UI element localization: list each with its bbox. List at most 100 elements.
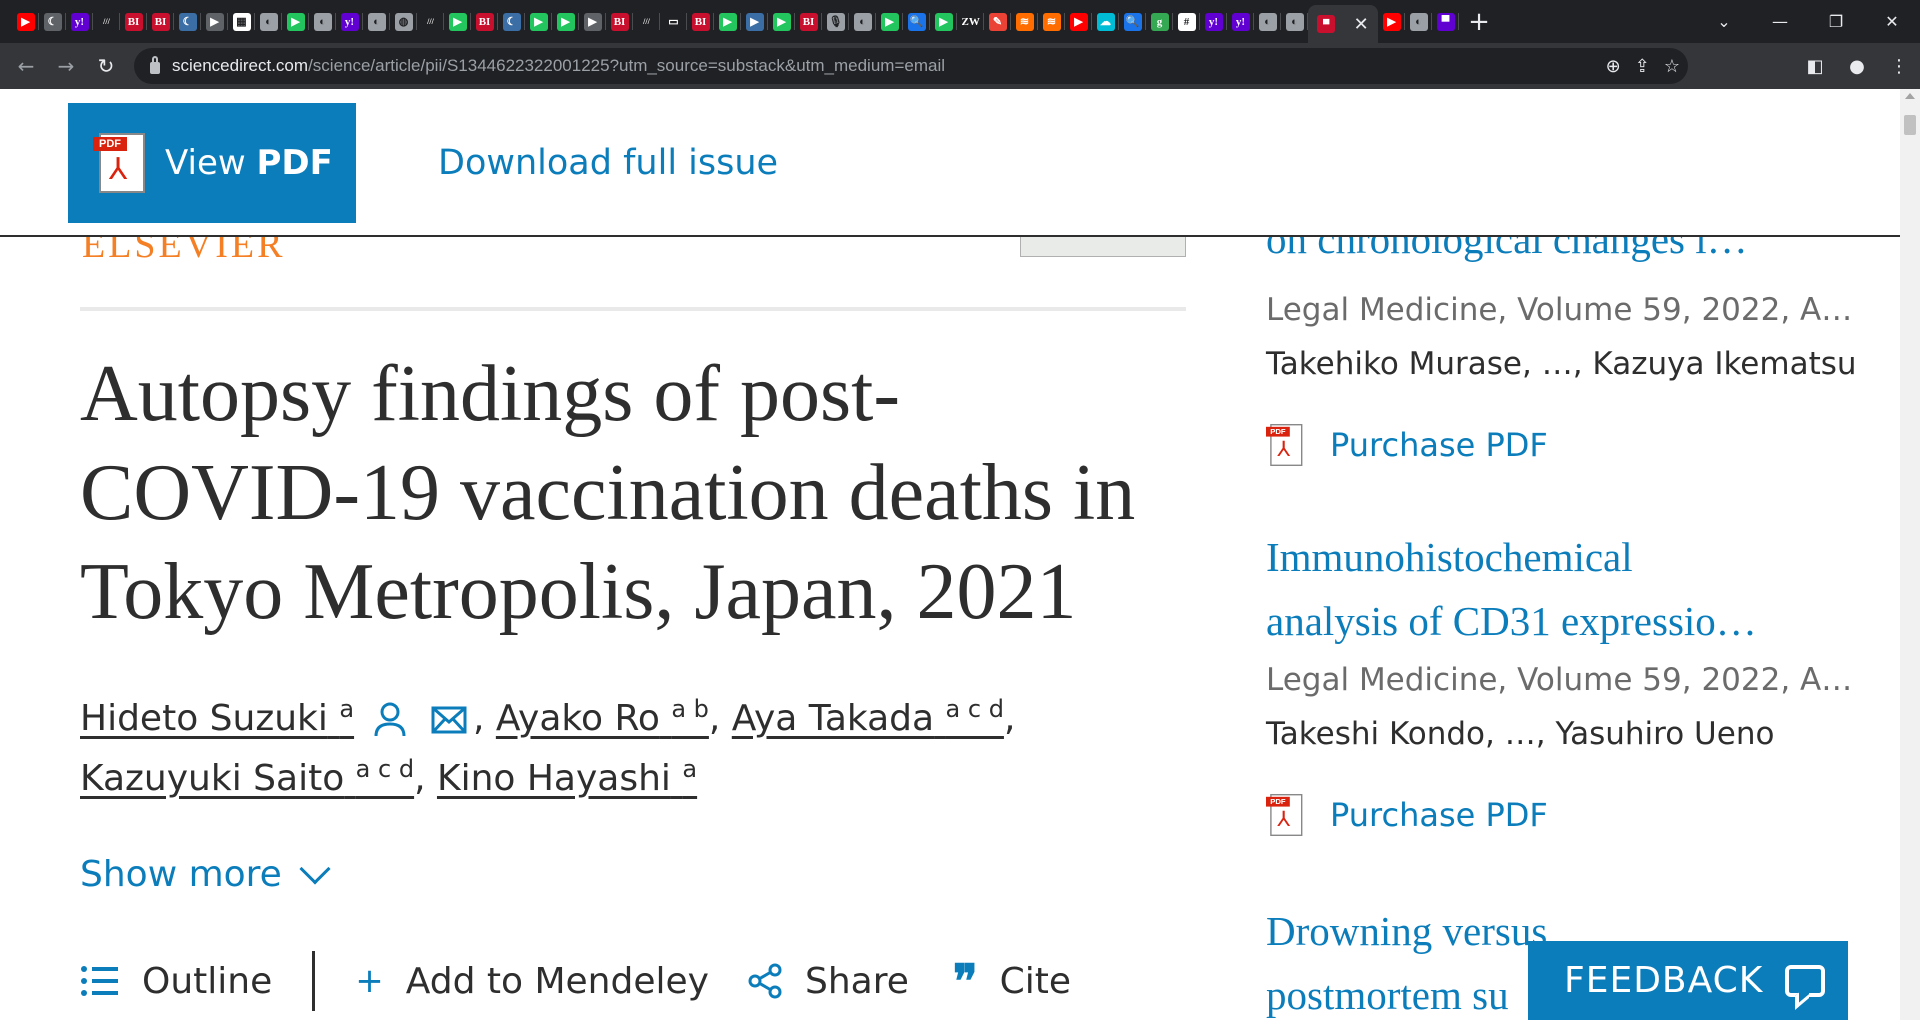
browser-tab[interactable]: ☾ <box>174 0 201 43</box>
browser-tab[interactable]: ▶ <box>579 0 606 43</box>
browser-tab[interactable]: g <box>1146 0 1173 43</box>
share-page-icon[interactable]: ⇪ <box>1635 56 1650 77</box>
browser-tab[interactable]: /// <box>93 0 120 43</box>
browser-tab[interactable]: ▶ <box>552 0 579 43</box>
author-link[interactable]: Hideto Suzuki a <box>80 697 354 739</box>
browser-tab[interactable]: ☁ <box>1092 0 1119 43</box>
recommended-title[interactable]: Immunohistochemical analysis of CD31 expr… <box>1266 525 1866 653</box>
journal-cover-thumbnail[interactable] <box>1020 237 1186 257</box>
sticky-header: PDF ⅄ View PDF Download full issue <box>0 89 1900 237</box>
browser-tab[interactable]: /// <box>633 0 660 43</box>
browser-tab[interactable]: ◐ <box>1405 0 1432 43</box>
browser-tab[interactable]: ▦ <box>228 0 255 43</box>
browser-tab[interactable]: ✎ <box>984 0 1011 43</box>
view-pdf-button[interactable]: PDF ⅄ View PDF <box>68 103 356 223</box>
browser-tab[interactable]: ▀ <box>1432 0 1459 43</box>
browser-tab[interactable]: ▶ <box>1378 0 1405 43</box>
browser-tab[interactable]: ▶ <box>1065 0 1092 43</box>
browser-tab[interactable]: ▶ <box>12 0 39 43</box>
mail-icon[interactable] <box>431 706 467 734</box>
share-button[interactable]: Share <box>747 961 909 1002</box>
minimize-icon[interactable]: — <box>1752 12 1808 31</box>
browser-tab[interactable]: ▶ <box>444 0 471 43</box>
back-icon[interactable]: ← <box>6 46 46 86</box>
browser-tab[interactable]: ◐ <box>1254 0 1281 43</box>
active-tab[interactable]: ▀ ✕ <box>1308 5 1378 43</box>
browser-tab[interactable]: 🎙 <box>822 0 849 43</box>
browser-tab[interactable]: ZW <box>957 0 984 43</box>
browser-tab[interactable]: BI <box>120 0 147 43</box>
page-scrollbar[interactable] <box>1900 89 1920 1020</box>
scrollbar-thumb[interactable] <box>1904 115 1916 135</box>
browser-tab[interactable]: BI <box>471 0 498 43</box>
browser-tab[interactable]: ▶ <box>741 0 768 43</box>
browser-tab[interactable]: y! <box>336 0 363 43</box>
browser-tab[interactable]: ▶ <box>714 0 741 43</box>
browser-tab[interactable]: ▶ <box>282 0 309 43</box>
outline-button[interactable]: Outline <box>80 961 272 1002</box>
browser-tab[interactable]: ◍ <box>390 0 417 43</box>
browser-tab[interactable]: ▭ <box>660 0 687 43</box>
show-more-button[interactable]: Show more <box>80 853 331 895</box>
browser-tab[interactable]: y! <box>66 0 93 43</box>
browser-tab[interactable]: ▶ <box>930 0 957 43</box>
purchase-pdf-link[interactable]: PDF ⅄ Purchase PDF <box>1266 783 1866 847</box>
new-tab-icon[interactable]: + <box>1459 7 1499 37</box>
scroll-up-icon[interactable] <box>1905 93 1915 99</box>
browser-tab[interactable]: ◐ <box>1281 0 1308 43</box>
close-window-icon[interactable]: ✕ <box>1864 12 1920 31</box>
tab-favicon-icon: ◐ <box>1409 12 1428 31</box>
browser-tab[interactable]: BI <box>795 0 822 43</box>
browser-tab[interactable]: ◐ <box>309 0 336 43</box>
cite-button[interactable]: ❞ Cite <box>953 954 1071 1008</box>
tab-favicon-icon: ◐ <box>853 12 872 31</box>
browser-tab[interactable]: BI <box>606 0 633 43</box>
author-link[interactable]: Aya Takada a c d <box>732 697 1004 739</box>
tab-favicon-icon: ▶ <box>1069 12 1088 31</box>
lock-icon[interactable] <box>150 55 160 74</box>
browser-tab[interactable]: BI <box>147 0 174 43</box>
menu-icon[interactable]: ⋮ <box>1878 56 1920 77</box>
browser-tab[interactable]: ▶ <box>768 0 795 43</box>
profile-icon[interactable]: ● <box>1836 56 1878 77</box>
purchase-pdf-link[interactable]: PDF ⅄ Purchase PDF <box>1266 413 1866 477</box>
browser-tab[interactable]: 🔍 <box>1119 0 1146 43</box>
close-tab-icon[interactable]: ✕ <box>1354 14 1369 35</box>
feedback-button[interactable]: FEEDBACK <box>1528 941 1848 1020</box>
browser-tab[interactable]: y! <box>1227 0 1254 43</box>
browser-tab[interactable]: ◐ <box>363 0 390 43</box>
zoom-icon[interactable]: ⊕ <box>1606 56 1621 77</box>
tab-search-icon[interactable]: ⌄ <box>1696 12 1752 31</box>
browser-tab[interactable]: BI <box>687 0 714 43</box>
tab-favicon-icon: ≋ <box>1015 12 1034 31</box>
download-full-issue-link[interactable]: Download full issue <box>438 143 778 183</box>
author-link[interactable]: Kino Hayashi a <box>437 757 697 799</box>
author-link[interactable]: Ayako Ro a b <box>496 697 709 739</box>
person-icon[interactable] <box>372 700 408 740</box>
browser-tab[interactable]: 🔍 <box>903 0 930 43</box>
browser-tab[interactable]: ≋ <box>1011 0 1038 43</box>
browser-tab[interactable]: ▶ <box>525 0 552 43</box>
address-bar[interactable]: sciencedirect.com/science/article/pii/S1… <box>134 48 1688 84</box>
browser-tab[interactable]: ◐ <box>849 0 876 43</box>
restore-icon[interactable]: ❐ <box>1808 12 1864 31</box>
side-panel-icon[interactable]: ◧ <box>1794 56 1836 77</box>
author-link[interactable]: Kazuyuki Saito a c d <box>80 757 414 799</box>
browser-tab[interactable]: ☾ <box>498 0 525 43</box>
browser-tab[interactable]: ▶ <box>201 0 228 43</box>
elsevier-logo[interactable]: ELSEVIER <box>82 237 285 262</box>
browser-tab[interactable]: # <box>1173 0 1200 43</box>
reload-icon[interactable]: ↻ <box>86 46 126 86</box>
browser-tab[interactable]: /// <box>417 0 444 43</box>
add-to-mendeley-button[interactable]: + Add to Mendeley <box>355 961 709 1002</box>
browser-tab[interactable]: ◐ <box>255 0 282 43</box>
pdf-icon: PDF ⅄ <box>1266 423 1303 468</box>
browser-tab[interactable]: ☾ <box>39 0 66 43</box>
recommended-title[interactable]: on chronological changes i… <box>1266 237 1866 271</box>
browser-tab[interactable]: ▶ <box>876 0 903 43</box>
forward-icon[interactable]: → <box>46 46 86 86</box>
browser-tab[interactable]: y! <box>1200 0 1227 43</box>
tab-favicon-icon: # <box>1177 12 1196 31</box>
bookmark-star-icon[interactable]: ☆ <box>1664 56 1680 77</box>
browser-tab[interactable]: ≋ <box>1038 0 1065 43</box>
